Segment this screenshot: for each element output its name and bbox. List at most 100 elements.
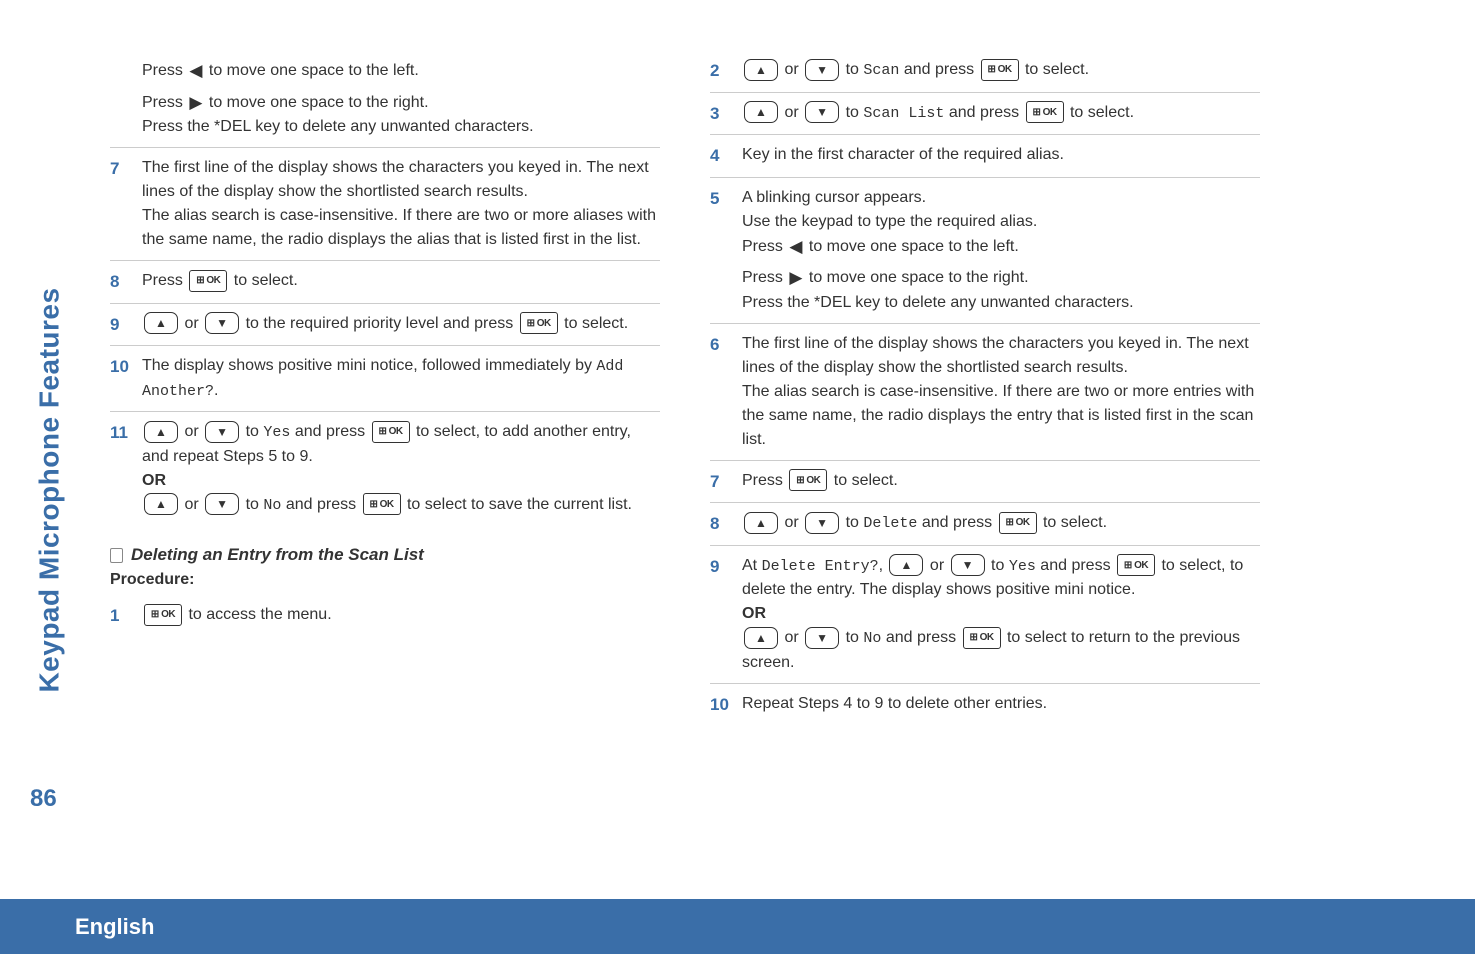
- text: to select.: [1021, 61, 1089, 78]
- step-number: 6: [710, 332, 732, 452]
- step-number: 2: [710, 58, 732, 84]
- text: or: [180, 496, 203, 513]
- text: Press the *DEL key to delete any unwante…: [742, 291, 1260, 315]
- procedure-label: Procedure:: [110, 571, 660, 589]
- text: Press the *DEL key to delete any unwante…: [142, 115, 660, 139]
- text: A blinking cursor appears.: [742, 186, 1260, 210]
- step-number: 5: [710, 186, 732, 315]
- up-button-icon: ▲: [744, 101, 778, 123]
- step-number: 8: [110, 269, 132, 295]
- step-2: 2 ▲ or ▼ to Scan and press ⊞ OK to selec…: [710, 50, 1260, 93]
- step-number: 10: [710, 692, 732, 718]
- text: At: [742, 557, 762, 574]
- step-7: 7 The first line of the display shows th…: [110, 148, 660, 261]
- text: to select.: [1039, 514, 1107, 531]
- text: to: [987, 557, 1009, 574]
- down-button-icon: ▼: [205, 493, 239, 515]
- text: The alias search is case-insensitive. If…: [742, 380, 1260, 452]
- text: to select.: [229, 272, 297, 289]
- document-icon: [110, 548, 123, 563]
- text: to select to save the current list.: [403, 496, 632, 513]
- or-label: OR: [742, 602, 1260, 626]
- text: Press: [742, 269, 787, 286]
- text: or: [180, 423, 203, 440]
- step-11: 11 ▲ or ▼ to Yes and press ⊞ OK to selec…: [110, 412, 660, 525]
- step-1: 1 ⊞ OK to access the menu.: [110, 595, 660, 637]
- step-number: 7: [110, 156, 132, 252]
- ok-button-icon: ⊞ OK: [963, 627, 1001, 649]
- ok-button-icon: ⊞ OK: [189, 270, 227, 292]
- or-label: OR: [142, 469, 660, 493]
- text: to: [841, 629, 863, 646]
- ok-button-icon: ⊞ OK: [1117, 554, 1155, 576]
- mono-text: Delete Entry?: [762, 558, 879, 575]
- down-button-icon: ▼: [805, 59, 839, 81]
- text: to select.: [560, 315, 628, 332]
- text: to: [241, 423, 263, 440]
- arrow-left-icon: ◀: [789, 234, 802, 260]
- up-button-icon: ▲: [889, 554, 923, 576]
- text: or: [780, 629, 803, 646]
- text: to select.: [829, 472, 897, 489]
- right-column: 2 ▲ or ▼ to Scan and press ⊞ OK to selec…: [710, 50, 1260, 725]
- mono-text: Delete: [863, 515, 917, 532]
- ok-button-icon: ⊞ OK: [372, 421, 410, 443]
- text: and press: [917, 514, 996, 531]
- text: ,: [879, 557, 888, 574]
- text: to move one space to the left.: [204, 62, 418, 79]
- up-button-icon: ▲: [744, 512, 778, 534]
- down-button-icon: ▼: [205, 421, 239, 443]
- mono-text: Yes: [1009, 558, 1036, 575]
- down-button-icon: ▼: [805, 512, 839, 534]
- pre-step: Press ◀ to move one space to the left. P…: [110, 50, 660, 148]
- text: to the required priority level and press: [241, 315, 518, 332]
- sidebar: Keypad Microphone Features: [30, 270, 70, 710]
- step-number: 11: [110, 420, 132, 517]
- step-5: 5 A blinking cursor appears. Use the key…: [710, 178, 1260, 324]
- step-4: 4 Key in the first character of the requ…: [710, 135, 1260, 178]
- language-label: English: [75, 914, 154, 940]
- step-number: 10: [110, 354, 132, 403]
- up-button-icon: ▲: [744, 59, 778, 81]
- page-content: Press ◀ to move one space to the left. P…: [0, 0, 1475, 745]
- down-button-icon: ▼: [805, 627, 839, 649]
- text: and press: [899, 61, 978, 78]
- step-10b: 10 Repeat Steps 4 to 9 to delete other e…: [710, 684, 1260, 726]
- text: Key in the first character of the requir…: [742, 143, 1260, 169]
- text: to: [841, 61, 863, 78]
- step-10: 10 The display shows positive mini notic…: [110, 346, 660, 412]
- section-heading: Deleting an Entry from the Scan List: [110, 545, 660, 565]
- ok-button-icon: ⊞ OK: [144, 604, 182, 626]
- text: and press: [944, 104, 1023, 121]
- language-bar: English: [0, 899, 1475, 954]
- arrow-right-icon: ▶: [189, 90, 202, 116]
- mono-text: No: [263, 497, 281, 514]
- step-number: 3: [710, 101, 732, 127]
- step-number: 1: [110, 603, 132, 629]
- arrow-left-icon: ◀: [189, 58, 202, 84]
- sidebar-title: Keypad Microphone Features: [34, 287, 66, 692]
- left-column: Press ◀ to move one space to the left. P…: [110, 50, 660, 725]
- text: The first line of the display shows the …: [142, 156, 660, 204]
- text: to move one space to the left.: [804, 237, 1018, 254]
- down-button-icon: ▼: [805, 101, 839, 123]
- ok-button-icon: ⊞ OK: [789, 469, 827, 491]
- down-button-icon: ▼: [951, 554, 985, 576]
- text: to move one space to the right.: [204, 93, 428, 110]
- text: Press: [142, 93, 187, 110]
- step-number: 4: [710, 143, 732, 169]
- text: The alias search is case-insensitive. If…: [142, 204, 660, 252]
- text: to access the menu.: [184, 606, 332, 623]
- text: Press: [142, 62, 187, 79]
- up-button-icon: ▲: [144, 493, 178, 515]
- text: or: [780, 61, 803, 78]
- ok-button-icon: ⊞ OK: [981, 59, 1019, 81]
- text: and press: [881, 629, 960, 646]
- step-9: 9 ▲ or ▼ to the required priority level …: [110, 304, 660, 347]
- text: or: [780, 104, 803, 121]
- step-9b: 9 At Delete Entry?, ▲ or ▼ to Yes and pr…: [710, 546, 1260, 684]
- text: Repeat Steps 4 to 9 to delete other entr…: [742, 692, 1260, 718]
- up-button-icon: ▲: [744, 627, 778, 649]
- section-title-text: Deleting an Entry from the Scan List: [131, 545, 424, 565]
- ok-button-icon: ⊞ OK: [520, 312, 558, 334]
